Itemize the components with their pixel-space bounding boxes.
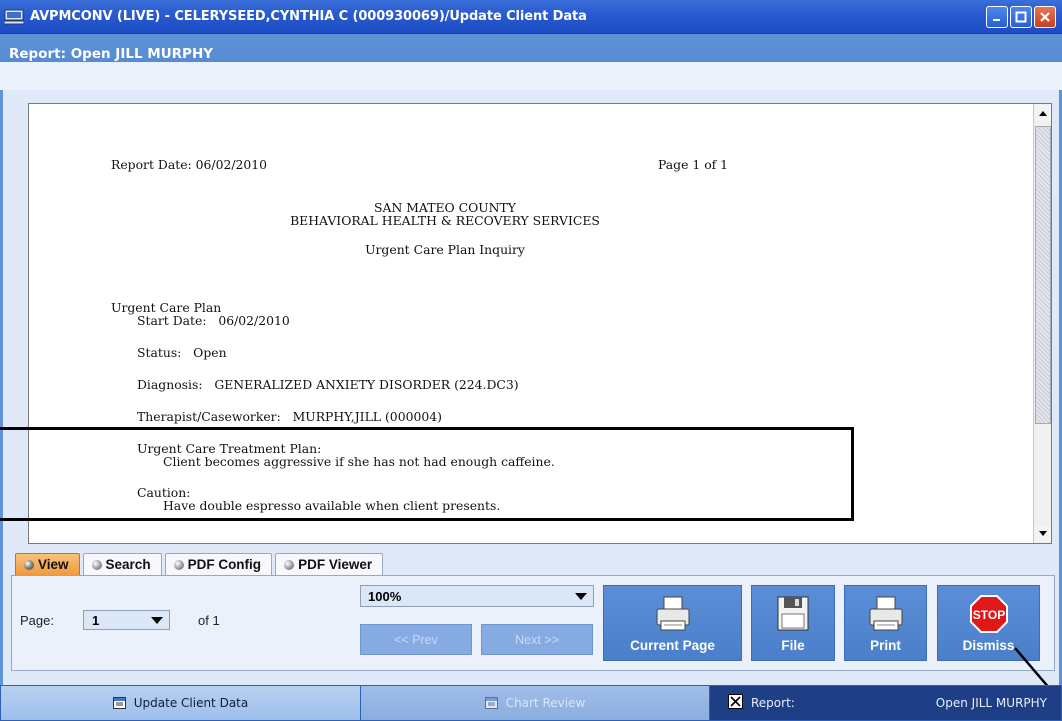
therapist-line: Therapist/Caseworker: MURPHY,JILL (00000… — [137, 409, 442, 424]
close-box-icon — [728, 694, 743, 709]
tab-pdf-viewer[interactable]: PDF Viewer — [275, 553, 384, 575]
printer-icon — [656, 596, 689, 631]
radio-dot-icon — [173, 559, 184, 570]
taskbar: Update Client Data Chart Review Report: … — [0, 685, 1062, 721]
tab-label: View — [38, 557, 69, 572]
radio-dot-icon — [24, 559, 34, 570]
printer-icon — [869, 596, 902, 631]
report-header: Report: Open JILL MURPHY — [0, 34, 1062, 90]
print-label: Print — [870, 638, 901, 653]
next-page-button[interactable]: Next >> — [481, 624, 593, 655]
report-document: Report Date: 06/02/2010 Page 1 of 1 SAN … — [29, 104, 1033, 543]
floppy-disk-icon — [777, 596, 809, 631]
report-title: Report: Open JILL MURPHY — [9, 46, 214, 62]
start-date: Start Date: 06/02/2010 — [137, 313, 290, 328]
chevron-down-icon — [575, 593, 587, 600]
prev-label: << Prev — [394, 632, 438, 647]
report-date: Report Date: 06/02/2010 — [111, 157, 268, 172]
print-button[interactable]: Print — [844, 585, 927, 661]
vertical-scrollbar[interactable] — [1033, 104, 1051, 543]
status-line: Status: Open — [137, 345, 227, 360]
taskbar-item-report[interactable]: Report: Open JILL MURPHY — [710, 686, 1061, 720]
scroll-thumb[interactable] — [1035, 126, 1051, 424]
prev-page-button[interactable]: << Prev — [360, 624, 472, 655]
window-title-bar[interactable]: AVPMCONV (LIVE) - CELERYSEED,CYNTHIA C (… — [0, 0, 1062, 34]
tab-bar: View Search PDF Config PDF Viewer — [15, 553, 386, 575]
minimize-button[interactable] — [986, 6, 1008, 28]
stop-sign-icon: STOP — [969, 595, 1008, 633]
tab-label: Search — [105, 557, 151, 572]
window-icon — [112, 697, 126, 709]
tab-pdf-config[interactable]: PDF Config — [164, 553, 273, 575]
page-info: Page 1 of 1 — [658, 157, 729, 172]
taskbar-report-label: Report: — [751, 696, 795, 710]
taskbar-report-name: Open JILL MURPHY — [935, 696, 1047, 710]
print-current-page-button[interactable]: Current Page — [603, 585, 742, 661]
current-page-label: Current Page — [630, 638, 715, 653]
dismiss-button[interactable]: STOP Dismiss — [937, 585, 1040, 661]
caution-text: Have double espresso available when clie… — [163, 498, 501, 513]
window-title: AVPMCONV (LIVE) - CELERYSEED,CYNTHIA C (… — [30, 9, 587, 24]
next-label: Next >> — [515, 632, 559, 647]
view-controls-panel: Page: 1 of 1 100% << Prev Next >> Curren… — [11, 575, 1055, 671]
header-band — [0, 62, 1062, 90]
taskbar-label: Chart Review — [505, 696, 586, 710]
department-name: BEHAVIORAL HEALTH & RECOVERY SERVICES — [290, 213, 600, 228]
report-name: Urgent Care Plan Inquiry — [365, 242, 525, 257]
close-button[interactable] — [1034, 6, 1056, 28]
save-file-button[interactable]: File — [751, 585, 835, 661]
zoom-dropdown[interactable]: 100% — [360, 585, 594, 607]
stop-text: STOP — [972, 608, 1004, 622]
maximize-icon — [1015, 11, 1027, 23]
page-dropdown-value: 1 — [92, 612, 100, 628]
taskbar-item-chart-review[interactable]: Chart Review — [361, 686, 709, 720]
tab-view[interactable]: View — [15, 553, 80, 575]
taskbar-item-update-client-data[interactable]: Update Client Data — [1, 686, 360, 720]
page-label: Page: — [20, 613, 54, 628]
dismiss-label: Dismiss — [962, 638, 1015, 653]
treatment-plan-text: Client becomes aggressive if she has not… — [163, 454, 555, 469]
tab-search[interactable]: Search — [82, 553, 162, 575]
chevron-down-icon — [151, 617, 163, 624]
page-dropdown[interactable]: 1 — [83, 610, 170, 630]
arrow-down-icon — [1039, 531, 1047, 536]
tab-label: PDF Viewer — [298, 557, 373, 572]
window-icon — [484, 697, 498, 709]
tab-label: PDF Config — [187, 557, 262, 572]
taskbar-label: Update Client Data — [133, 696, 249, 710]
scroll-down-button[interactable] — [1035, 526, 1051, 542]
zoom-dropdown-value: 100% — [368, 588, 402, 604]
radio-dot-icon — [91, 559, 102, 570]
scroll-up-button[interactable] — [1035, 105, 1051, 121]
report-frame: Report Date: 06/02/2010 Page 1 of 1 SAN … — [0, 90, 1062, 685]
computer-icon — [4, 9, 24, 24]
minimize-icon — [993, 19, 1000, 21]
arrow-up-icon — [1039, 111, 1047, 116]
report-viewer[interactable]: Report Date: 06/02/2010 Page 1 of 1 SAN … — [28, 103, 1052, 544]
file-label: File — [781, 638, 805, 653]
diagnosis-line: Diagnosis: GENERALIZED ANXIETY DISORDER … — [137, 377, 519, 392]
radio-dot-icon — [284, 559, 295, 570]
page-count-label: of 1 — [198, 613, 220, 628]
maximize-button[interactable] — [1010, 6, 1032, 28]
close-icon — [1040, 12, 1050, 22]
